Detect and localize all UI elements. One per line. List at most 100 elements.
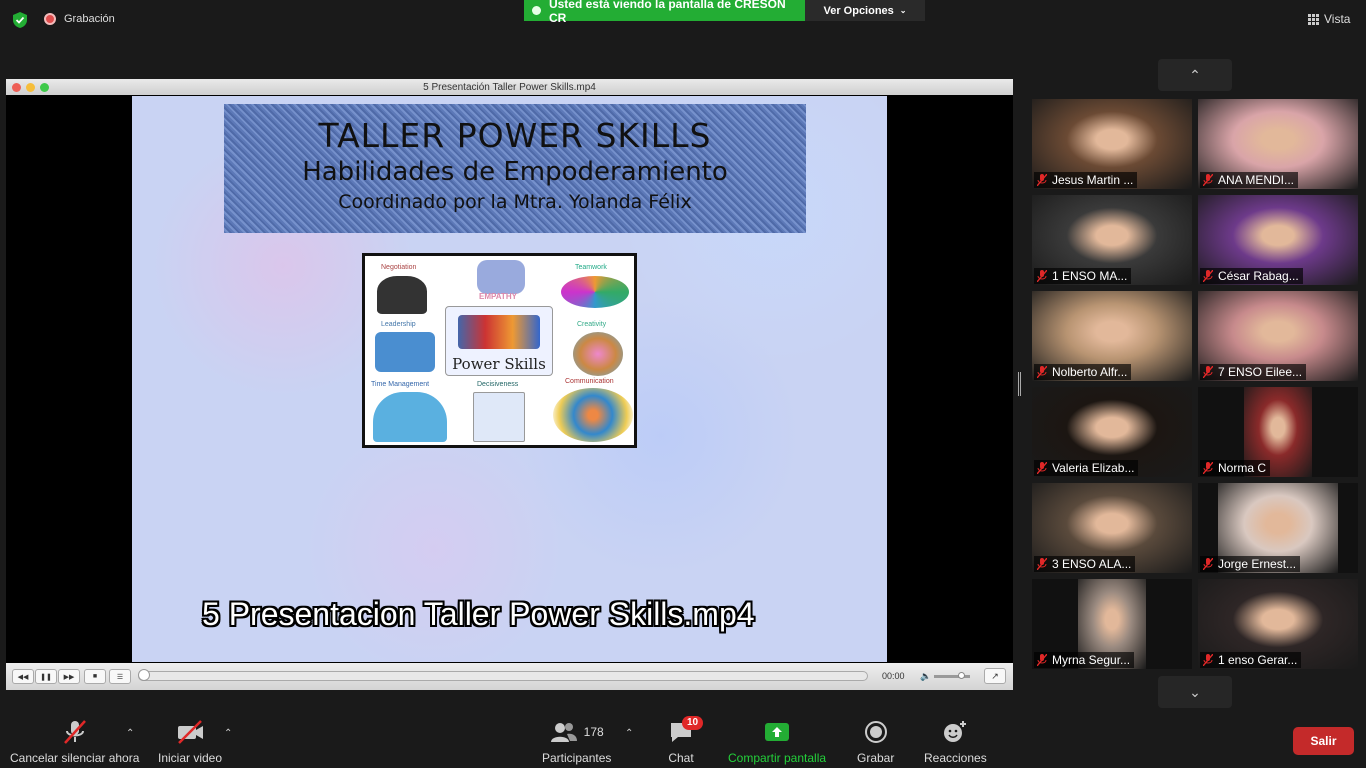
- participant-tile[interactable]: 3 ENSO ALA...: [1032, 483, 1192, 573]
- record-button[interactable]: Grabar: [857, 718, 894, 765]
- pause-icon: ❚❚: [40, 673, 52, 681]
- slide-title: TALLER POWER SKILLS: [318, 116, 712, 155]
- empathy-image: [477, 260, 525, 294]
- microphone-muted-icon: [1203, 462, 1213, 474]
- record-label: Grabar: [857, 751, 895, 765]
- microphone-muted-icon: [1037, 462, 1047, 474]
- top-bar: Grabación Usted está viendo la pantalla …: [0, 0, 1366, 40]
- share-screen-button[interactable]: Compartir pantalla: [728, 718, 826, 765]
- negotiation-image: [377, 276, 427, 314]
- chevron-up-icon: ⌃: [1189, 66, 1201, 83]
- video-camera-off-icon: [175, 718, 205, 746]
- microphone-muted-icon: [1037, 174, 1047, 186]
- participant-name-tag: 1 ENSO MA...: [1034, 268, 1132, 284]
- participant-name-tag: César Rabag...: [1200, 268, 1303, 284]
- seek-bar[interactable]: [138, 671, 868, 681]
- participant-name-tag: 3 ENSO ALA...: [1034, 556, 1136, 572]
- leadership-image: [375, 332, 435, 372]
- participant-tile[interactable]: Jesus Martin ...: [1032, 99, 1192, 189]
- player-controls: ◀◀ ❚❚ ▶▶ ■ ☰ 00:00 🔈 ↗: [6, 663, 1013, 690]
- skill-label: Negotiation: [381, 264, 417, 271]
- creativity-brain-image: [573, 332, 623, 376]
- participant-name: Nolberto Alfr...: [1052, 365, 1128, 379]
- participant-name: Jorge Ernest...: [1218, 557, 1297, 571]
- unmute-label: Cancelar silenciar ahora: [10, 751, 140, 765]
- playlist-button[interactable]: ☰: [109, 669, 131, 684]
- participant-name-tag: Norma C: [1200, 460, 1271, 476]
- shared-media-player: 5 Presentación Taller Power Skills.mp4 T…: [6, 79, 1013, 690]
- gallery-prev-button[interactable]: ⌃: [1158, 59, 1232, 91]
- rewind-button[interactable]: ◀◀: [12, 669, 34, 684]
- participant-tile[interactable]: Myrna Segur...: [1032, 579, 1192, 669]
- power-skills-center: Power Skills: [445, 306, 553, 376]
- participant-tile[interactable]: Jorge Ernest...: [1198, 483, 1358, 573]
- participants-icon: [550, 723, 577, 742]
- participant-tile[interactable]: César Rabag...: [1198, 195, 1358, 285]
- fast-forward-icon: ▶▶: [63, 673, 75, 681]
- stop-button[interactable]: ■: [84, 669, 106, 684]
- list-icon: ☰: [116, 673, 124, 681]
- power-skills-graphic: Negotiation Teamwork Leadership Creativi…: [362, 253, 637, 448]
- participant-tile[interactable]: 1 ENSO MA...: [1032, 195, 1192, 285]
- chat-button[interactable]: 10 Chat: [668, 716, 704, 765]
- skill-label: Leadership: [381, 321, 416, 328]
- microphone-muted-icon: [1037, 558, 1047, 570]
- slide-title-banner: TALLER POWER SKILLS Habilidades de Empod…: [224, 104, 806, 233]
- participant-name: 1 enso Gerar...: [1218, 653, 1298, 667]
- skill-label: Communication: [565, 378, 614, 385]
- participants-count: 178: [583, 725, 604, 739]
- participant-name: Valeria Elizab...: [1052, 461, 1135, 475]
- view-button[interactable]: Vista: [1308, 12, 1350, 26]
- participant-name-tag: 7 ENSO Eilee...: [1200, 364, 1307, 380]
- empathy-label: EMPATHY: [479, 292, 517, 301]
- volume-slider[interactable]: [934, 672, 971, 679]
- microphone-muted-icon: [1203, 270, 1213, 282]
- participants-button[interactable]: 178 Participantes: [542, 718, 611, 765]
- record-icon: [864, 721, 887, 743]
- audio-options-caret-icon[interactable]: ⌃: [126, 728, 134, 739]
- player-window-title: 5 Presentación Taller Power Skills.mp4: [423, 81, 596, 93]
- rewind-icon: ◀◀: [17, 673, 29, 681]
- view-options-button[interactable]: Ver Opciones ⌄: [805, 0, 925, 21]
- participant-name: César Rabag...: [1218, 269, 1299, 283]
- participant-name-tag: Myrna Segur...: [1034, 652, 1135, 668]
- volume-control[interactable]: 🔈: [920, 671, 971, 682]
- participants-label: Participantes: [542, 751, 612, 765]
- seek-handle[interactable]: [138, 669, 150, 681]
- fullscreen-button[interactable]: ↗: [984, 668, 1006, 684]
- microphone-muted-icon: [1037, 654, 1047, 666]
- fullscreen-icon: ↗: [991, 671, 999, 681]
- skill-label: Time Management: [371, 381, 430, 388]
- participant-tile[interactable]: 7 ENSO Eilee...: [1198, 291, 1358, 381]
- decisiveness-image: [473, 392, 525, 442]
- unmute-button[interactable]: Cancelar silenciar ahora: [10, 718, 139, 765]
- participant-tile[interactable]: 1 enso Gerar...: [1198, 579, 1358, 669]
- video-options-caret-icon[interactable]: ⌃: [224, 728, 232, 739]
- pause-button[interactable]: ❚❚: [35, 669, 57, 684]
- panel-resize-handle[interactable]: [1018, 372, 1021, 396]
- recording-indicator[interactable]: Grabación: [44, 13, 115, 25]
- gallery-next-button[interactable]: ⌄: [1158, 676, 1232, 708]
- teamwork-gears-image: [561, 276, 629, 308]
- reactions-button[interactable]: Reacciones: [924, 718, 987, 765]
- participant-name: Myrna Segur...: [1052, 653, 1131, 667]
- leave-meeting-button[interactable]: Salir: [1293, 727, 1354, 755]
- participant-tile[interactable]: Valeria Elizab...: [1032, 387, 1192, 477]
- skill-label: Creativity: [577, 321, 607, 328]
- participant-tile[interactable]: ANA MENDI...: [1198, 99, 1358, 189]
- start-video-button[interactable]: Iniciar video: [158, 718, 222, 765]
- microphone-muted-icon: [1037, 366, 1047, 378]
- chat-unread-badge: 10: [682, 716, 704, 730]
- timecode: 00:00: [882, 671, 905, 681]
- security-shield-icon[interactable]: [12, 11, 28, 29]
- fast-forward-button[interactable]: ▶▶: [58, 669, 80, 684]
- video-area[interactable]: TALLER POWER SKILLS Habilidades de Empod…: [6, 95, 1013, 662]
- participant-name-tag: Jorge Ernest...: [1200, 556, 1301, 572]
- meeting-toolbar: Cancelar silenciar ahora ⌃ Iniciar video…: [0, 708, 1366, 768]
- participants-caret-icon[interactable]: ⌃: [625, 728, 633, 739]
- microphone-muted-icon: [1037, 270, 1047, 282]
- participant-tile[interactable]: Norma C: [1198, 387, 1358, 477]
- video-caption: 5 Presentacion Taller Power Skills.mp4: [202, 596, 755, 632]
- participant-tile[interactable]: Nolberto Alfr...: [1032, 291, 1192, 381]
- chevron-down-icon: ⌄: [1189, 683, 1201, 700]
